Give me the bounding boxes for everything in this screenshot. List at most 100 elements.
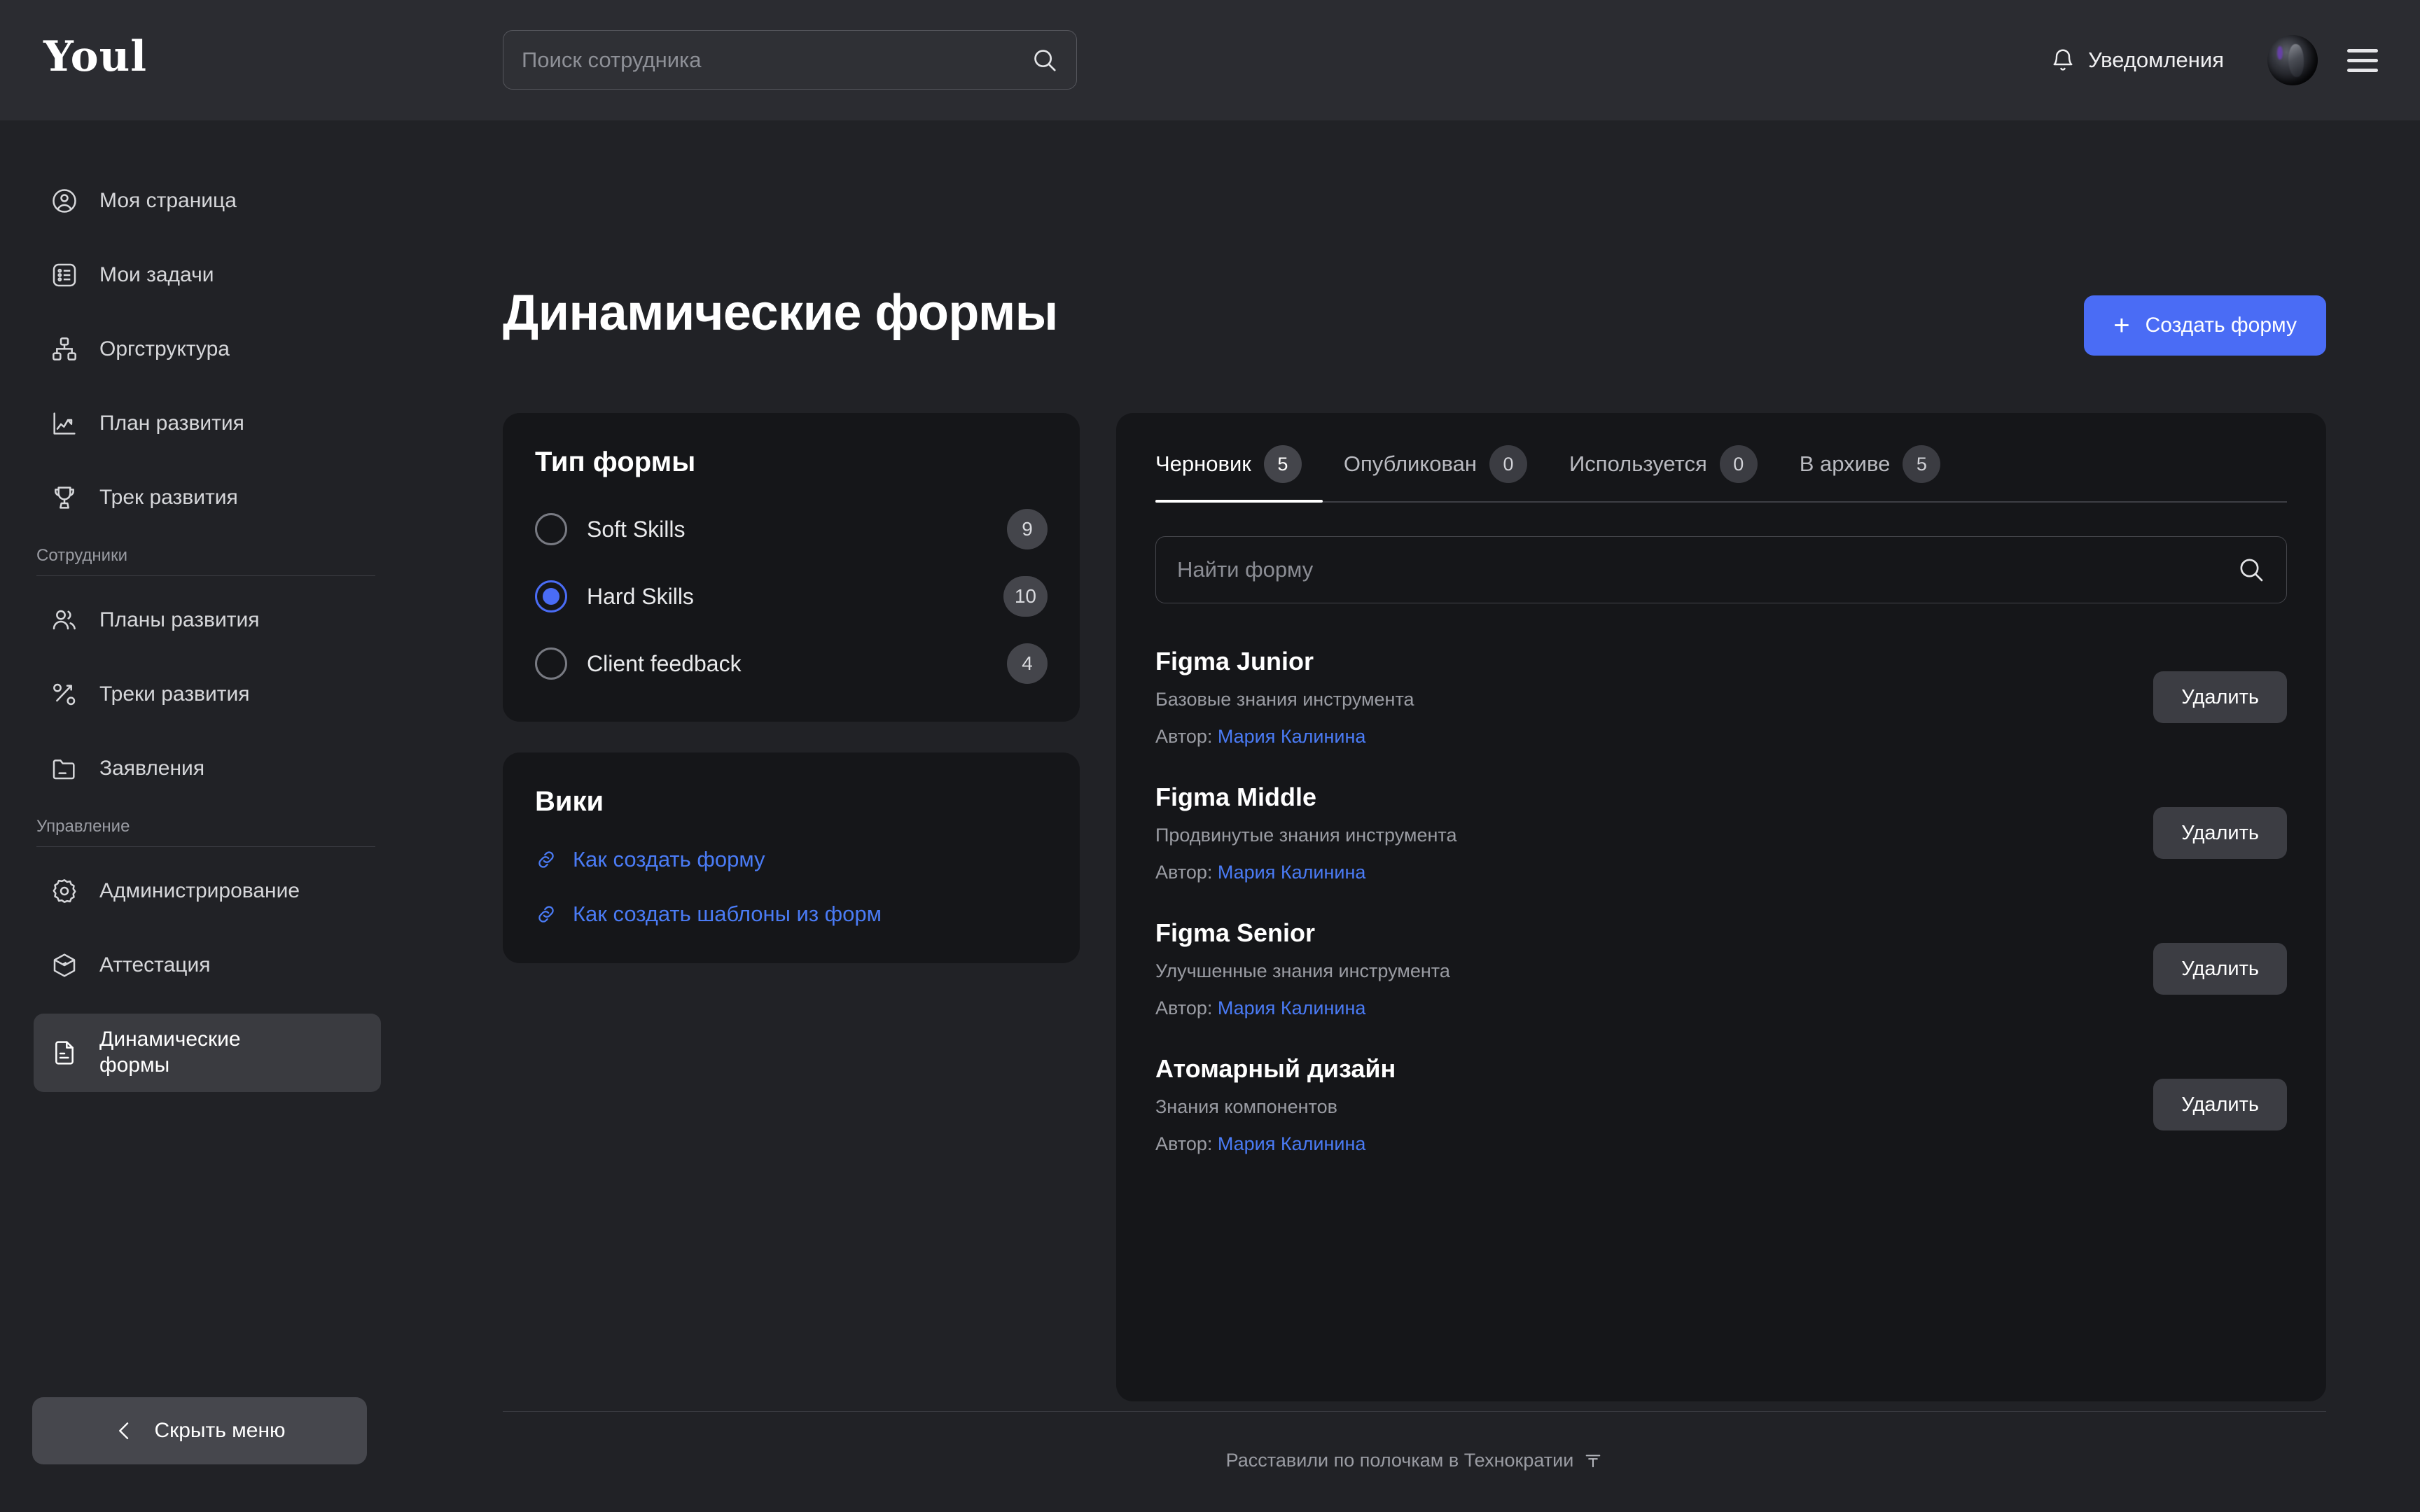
wiki-card: Вики Как создать форму Как создать шабло… — [503, 752, 1080, 963]
table-row[interactable]: Figma Middle Продвинутые знания инструме… — [1155, 763, 2287, 899]
tab-draft[interactable]: Черновик 5 — [1155, 445, 1323, 503]
nodes-icon — [49, 679, 80, 710]
page-footer: Расставили по полочкам в Технократии — [503, 1411, 2326, 1471]
sidebar-item-development-plans[interactable]: Планы развития — [34, 594, 381, 646]
form-search-box[interactable] — [1155, 536, 2287, 603]
forms-tabs: Черновик 5 Опубликован 0 Используется 0 … — [1155, 413, 2287, 503]
author-link[interactable]: Мария Калинина — [1218, 997, 1366, 1018]
table-row[interactable]: Figma Junior Базовые знания инструмента … — [1155, 627, 2287, 763]
sidebar-item-org-structure[interactable]: Оргструктура — [34, 323, 381, 375]
form-name: Атомарный дизайн — [1155, 1054, 1396, 1083]
employee-search-box[interactable] — [503, 30, 1077, 90]
bell-icon — [2050, 48, 2075, 73]
delete-button[interactable]: Удалить — [2153, 807, 2287, 859]
forms-list: Figma Junior Базовые знания инструмента … — [1155, 627, 2287, 1170]
footer-credit: Расставили по полочкам в Технократии — [1226, 1450, 1604, 1471]
form-type-option-soft-skills[interactable]: Soft Skills 9 — [535, 507, 1048, 551]
tab-label: Используется — [1569, 451, 1707, 476]
list-box-icon — [49, 260, 80, 290]
app-logo: Youl — [43, 32, 148, 81]
notifications-button[interactable]: Уведомления — [2050, 48, 2224, 73]
wiki-title: Вики — [535, 786, 604, 817]
sidebar: Моя страница Мои задачи Оргструктура Пла… — [0, 120, 409, 1512]
tab-archived[interactable]: В архиве 5 — [1779, 445, 1962, 501]
sidebar-item-label: Трек развития — [99, 485, 238, 509]
sidebar-item-administration[interactable]: Администрирование — [34, 865, 381, 917]
form-name: Figma Middle — [1155, 783, 1317, 811]
search-icon[interactable] — [2237, 556, 2265, 584]
form-search-input[interactable] — [1177, 557, 2237, 582]
page-title: Динамические формы — [503, 285, 1058, 341]
sidebar-item-label: Администрирование — [99, 878, 300, 902]
form-description: Улучшенные знания инструмента — [1155, 960, 1450, 981]
tab-label: Опубликован — [1343, 451, 1477, 476]
plus-icon: + — [2113, 310, 2130, 341]
author-link[interactable]: Мария Калинина — [1218, 862, 1366, 883]
technocracy-logo-icon — [1583, 1451, 1603, 1471]
form-name: Figma Junior — [1155, 647, 1314, 676]
create-form-label: Создать форму — [2145, 314, 2297, 337]
footer-credit-text: Расставили по полочкам в Технократии — [1225, 1450, 1574, 1471]
wiki-link-label: Как создать форму — [573, 847, 765, 872]
form-description: Продвинутые знания инструмента — [1155, 825, 1457, 846]
author-link[interactable]: Мария Калинина — [1218, 726, 1366, 747]
hide-menu-button[interactable]: Скрыть меню — [32, 1397, 367, 1464]
author-prefix: Автор: — [1155, 997, 1218, 1018]
delete-button[interactable]: Удалить — [2153, 1079, 2287, 1130]
forms-panel: Черновик 5 Опубликован 0 Используется 0 … — [1116, 413, 2326, 1401]
option-label: Hard Skills — [587, 583, 694, 609]
hide-menu-label: Скрыть меню — [154, 1419, 286, 1442]
sidebar-item-label: Оргструктура — [99, 337, 230, 360]
trophy-icon — [49, 482, 80, 513]
option-label: Soft Skills — [587, 516, 686, 542]
gear-icon — [49, 876, 80, 906]
wiki-link-how-to-create-templates[interactable]: Как создать шаблоны из форм — [535, 902, 1048, 927]
form-type-option-client-feedback[interactable]: Client feedback 4 — [535, 642, 1048, 685]
divider — [36, 846, 375, 847]
sidebar-item-development-tracks[interactable]: Треки развития — [34, 668, 381, 720]
form-type-option-hard-skills[interactable]: Hard Skills 10 — [535, 575, 1048, 618]
sidebar-item-attestation[interactable]: Аттестация — [34, 939, 381, 991]
author-link[interactable]: Мария Калинина — [1218, 1133, 1366, 1154]
radio-icon[interactable] — [535, 513, 567, 545]
radio-icon[interactable] — [535, 580, 567, 612]
users-icon — [49, 605, 80, 636]
delete-button[interactable]: Удалить — [2153, 671, 2287, 723]
sidebar-item-my-tasks[interactable]: Мои задачи — [34, 249, 381, 301]
sidebar-item-my-page[interactable]: Моя страница — [34, 175, 381, 227]
table-row[interactable]: Атомарный дизайн Знания компонентов Авто… — [1155, 1035, 2287, 1170]
option-label: Client feedback — [587, 650, 742, 676]
sidebar-item-development-plan[interactable]: План развития — [34, 398, 381, 449]
form-author: Автор: Мария Калинина — [1155, 726, 1414, 748]
author-prefix: Автор: — [1155, 862, 1218, 883]
tab-count-badge: 0 — [1489, 445, 1528, 483]
sidebar-item-applications[interactable]: Заявления — [34, 743, 381, 794]
wiki-link-how-to-create-form[interactable]: Как создать форму — [535, 847, 1048, 872]
org-tree-icon — [49, 334, 80, 365]
form-author: Автор: Мария Калинина — [1155, 1133, 1396, 1155]
author-prefix: Автор: — [1155, 1133, 1218, 1154]
sidebar-item-dynamic-forms[interactable]: Динамические формы — [34, 1014, 381, 1092]
sidebar-group-employees: Сотрудники — [36, 546, 375, 576]
document-icon — [49, 1037, 80, 1068]
employee-search-input[interactable] — [522, 47, 1031, 73]
sidebar-item-label: Моя страница — [99, 188, 237, 212]
sidebar-item-label: План развития — [99, 411, 244, 435]
app-header: Youl Уведомления — [0, 0, 2420, 120]
tab-in-use[interactable]: Используется 0 — [1548, 445, 1779, 501]
table-row[interactable]: Figma Senior Улучшенные знания инструмен… — [1155, 899, 2287, 1035]
form-info: Figma Senior Улучшенные знания инструмен… — [1155, 918, 1450, 1019]
form-info: Атомарный дизайн Знания компонентов Авто… — [1155, 1054, 1396, 1155]
search-icon[interactable] — [1031, 47, 1058, 74]
create-form-button[interactable]: + Создать форму — [2084, 295, 2326, 356]
author-prefix: Автор: — [1155, 726, 1218, 747]
link-icon — [535, 903, 557, 925]
avatar[interactable] — [2267, 35, 2318, 85]
delete-button[interactable]: Удалить — [2153, 943, 2287, 995]
hamburger-menu-icon[interactable] — [2347, 43, 2378, 78]
sidebar-item-development-track[interactable]: Трек развития — [34, 472, 381, 524]
tab-published[interactable]: Опубликован 0 — [1323, 445, 1548, 501]
sidebar-group-title: Управление — [36, 817, 130, 836]
tab-count-badge: 5 — [1903, 445, 1941, 483]
radio-icon[interactable] — [535, 648, 567, 680]
